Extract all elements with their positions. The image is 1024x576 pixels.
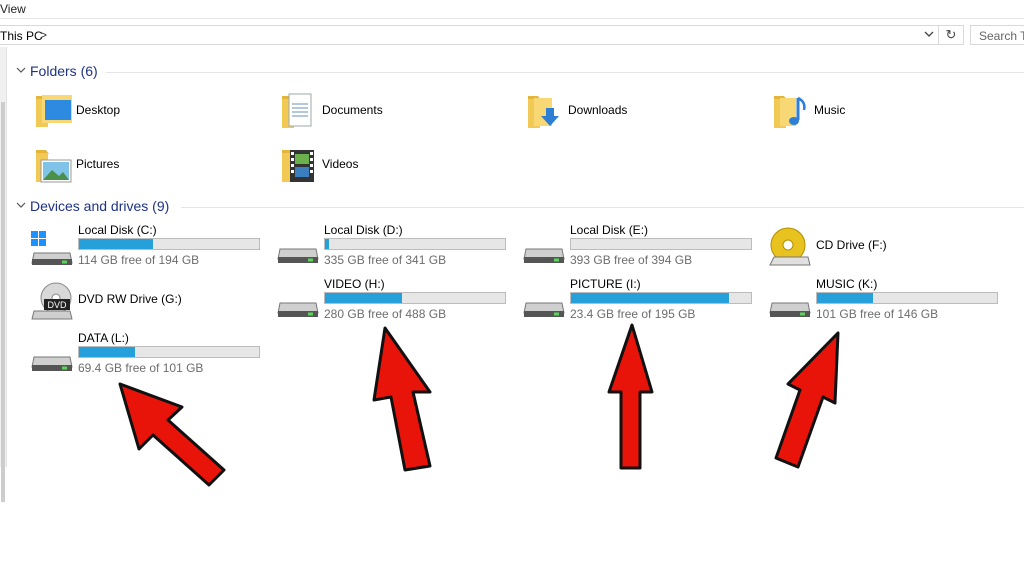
- annotation-arrows: [118, 323, 840, 487]
- red-arrow-icon: [118, 382, 226, 487]
- red-arrow-icon: [372, 326, 432, 472]
- red-arrow-icon: [774, 331, 840, 469]
- red-arrow-icon: [607, 323, 654, 470]
